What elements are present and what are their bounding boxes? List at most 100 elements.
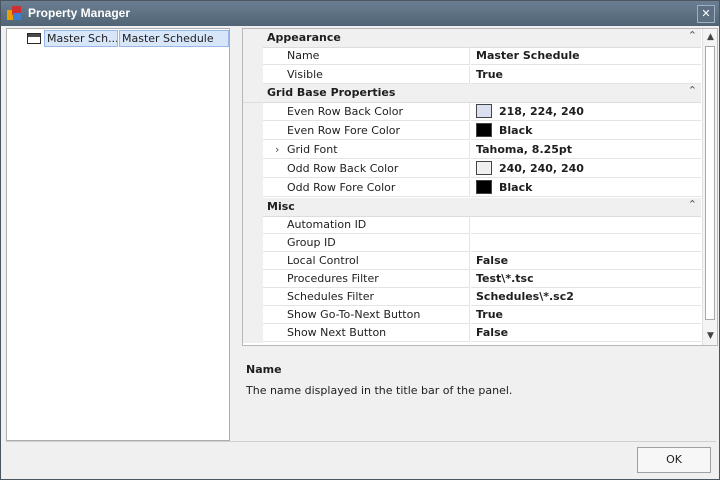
- row-gutter: [243, 103, 263, 122]
- property-name: Grid Font: [263, 141, 470, 159]
- description-title: Name: [246, 363, 282, 376]
- property-value-text: True: [476, 68, 504, 81]
- property-value-text: Black: [499, 124, 533, 137]
- row-gutter: [243, 234, 263, 253]
- property-row[interactable]: Even Row Fore Color Black: [243, 122, 701, 141]
- property-value-text: Schedules\*.sc2: [476, 290, 574, 303]
- expand-chevron-icon[interactable]: ›: [275, 141, 279, 159]
- property-value[interactable]: Master Schedule: [471, 47, 701, 65]
- property-value[interactable]: [471, 216, 701, 234]
- scroll-thumb[interactable]: [705, 46, 715, 320]
- property-value-text: False: [476, 326, 509, 339]
- property-name: Show Next Button: [263, 324, 470, 342]
- category-label: Misc: [267, 200, 295, 213]
- row-gutter: [243, 122, 263, 141]
- property-value-text: Black: [499, 181, 533, 194]
- row-gutter: [243, 160, 263, 179]
- property-value-text: Master Schedule: [476, 49, 580, 62]
- app-icon: [7, 6, 22, 21]
- category-label: Appearance: [267, 31, 341, 44]
- title-bar[interactable]: Property Manager ✕: [1, 1, 719, 26]
- property-value[interactable]: Schedules\*.sc2: [471, 288, 701, 306]
- close-icon[interactable]: ✕: [697, 5, 715, 23]
- collapse-chevron-icon[interactable]: ⌃: [688, 84, 697, 97]
- property-value[interactable]: Black: [471, 179, 701, 197]
- property-value[interactable]: True: [471, 66, 701, 84]
- row-gutter: [243, 324, 263, 343]
- property-row[interactable]: Even Row Back Color 218, 224, 240: [243, 103, 701, 122]
- category-label: Grid Base Properties: [267, 86, 396, 99]
- property-name: Even Row Fore Color: [263, 122, 470, 140]
- property-name: Show Go-To-Next Button: [263, 306, 470, 324]
- property-row[interactable]: Visible True: [243, 66, 701, 85]
- property-value[interactable]: Tahoma, 8.25pt: [471, 141, 701, 159]
- row-gutter: [243, 252, 263, 271]
- collapse-chevron-icon[interactable]: ⌃: [688, 198, 697, 211]
- row-gutter: [243, 141, 263, 160]
- property-row[interactable]: Show Go-To-Next Button True: [243, 306, 701, 325]
- description-text: The name displayed in the title bar of t…: [246, 384, 513, 397]
- property-name: Automation ID: [263, 216, 470, 234]
- property-value[interactable]: False: [471, 252, 701, 270]
- row-gutter: [243, 216, 263, 235]
- property-row[interactable]: Local Control False: [243, 252, 701, 271]
- ok-button[interactable]: OK: [637, 447, 711, 473]
- row-gutter: [243, 288, 263, 307]
- property-row[interactable]: Automation ID: [243, 216, 701, 235]
- property-name: Procedures Filter: [263, 270, 470, 288]
- category-appearance[interactable]: Appearance ⌃: [243, 29, 701, 48]
- property-value[interactable]: False: [471, 324, 701, 342]
- color-swatch: [476, 104, 492, 118]
- property-name: Odd Row Fore Color: [263, 179, 470, 197]
- property-value-text: Test\*.tsc: [476, 272, 534, 285]
- property-row[interactable]: Odd Row Fore Color Black: [243, 179, 701, 198]
- property-name: Even Row Back Color: [263, 103, 470, 121]
- color-swatch: [476, 123, 492, 137]
- footer-divider: [6, 441, 716, 442]
- property-grid[interactable]: ▲ ▼ Appearance ⌃ Name Master Schedule Visibl…: [242, 28, 718, 346]
- property-value-text: True: [476, 308, 504, 321]
- property-value-text: 240, 240, 240: [499, 162, 584, 175]
- category-misc[interactable]: Misc ⌃: [243, 198, 701, 217]
- scroll-down-icon[interactable]: ▼: [703, 329, 717, 344]
- property-value[interactable]: [471, 234, 701, 252]
- property-value-text: Tahoma, 8.25pt: [476, 143, 573, 156]
- property-manager-window: Property Manager ✕ Master Sch... Master …: [0, 0, 720, 480]
- row-gutter: [243, 270, 263, 289]
- row-gutter: [243, 47, 263, 66]
- tree-item-master-schedule[interactable]: Master Sch... Master Schedule: [22, 30, 229, 47]
- property-row[interactable]: Grid Font › Tahoma, 8.25pt: [243, 141, 701, 160]
- color-swatch: [476, 180, 492, 194]
- property-value[interactable]: 240, 240, 240: [471, 160, 701, 178]
- property-name: Odd Row Back Color: [263, 160, 470, 178]
- window-title: Property Manager: [28, 6, 131, 20]
- property-name: Visible: [263, 66, 470, 84]
- property-name: Name: [263, 47, 470, 65]
- color-swatch: [476, 161, 492, 175]
- property-name: Local Control: [263, 252, 470, 270]
- scroll-up-icon[interactable]: ▲: [703, 30, 717, 45]
- property-value[interactable]: True: [471, 306, 701, 324]
- property-name: Group ID: [263, 234, 470, 252]
- property-row[interactable]: Odd Row Back Color 240, 240, 240: [243, 160, 701, 179]
- property-value[interactable]: Black: [471, 122, 701, 140]
- object-tree[interactable]: Master Sch... Master Schedule: [6, 28, 230, 441]
- row-gutter: [243, 66, 263, 85]
- collapse-chevron-icon[interactable]: ⌃: [688, 29, 697, 42]
- tree-item-label: Master Sch...: [44, 30, 118, 47]
- property-row[interactable]: Schedules Filter Schedules\*.sc2: [243, 288, 701, 307]
- panel-icon: [27, 33, 41, 44]
- category-grid-base-properties[interactable]: Grid Base Properties ⌃: [243, 84, 701, 103]
- property-name: Schedules Filter: [263, 288, 470, 306]
- property-value[interactable]: 218, 224, 240: [471, 103, 701, 121]
- row-gutter: [243, 179, 263, 198]
- property-row[interactable]: Group ID: [243, 234, 701, 253]
- property-row[interactable]: Procedures Filter Test\*.tsc: [243, 270, 701, 289]
- property-row[interactable]: Show Next Button False: [243, 324, 701, 343]
- property-row[interactable]: Name Master Schedule: [243, 47, 701, 66]
- property-value-text: 218, 224, 240: [499, 105, 584, 118]
- property-value[interactable]: Test\*.tsc: [471, 270, 701, 288]
- description-panel: Name The name displayed in the title bar…: [237, 353, 717, 439]
- property-value-text: False: [476, 254, 509, 267]
- property-grid-scrollbar[interactable]: ▲ ▼: [702, 29, 717, 345]
